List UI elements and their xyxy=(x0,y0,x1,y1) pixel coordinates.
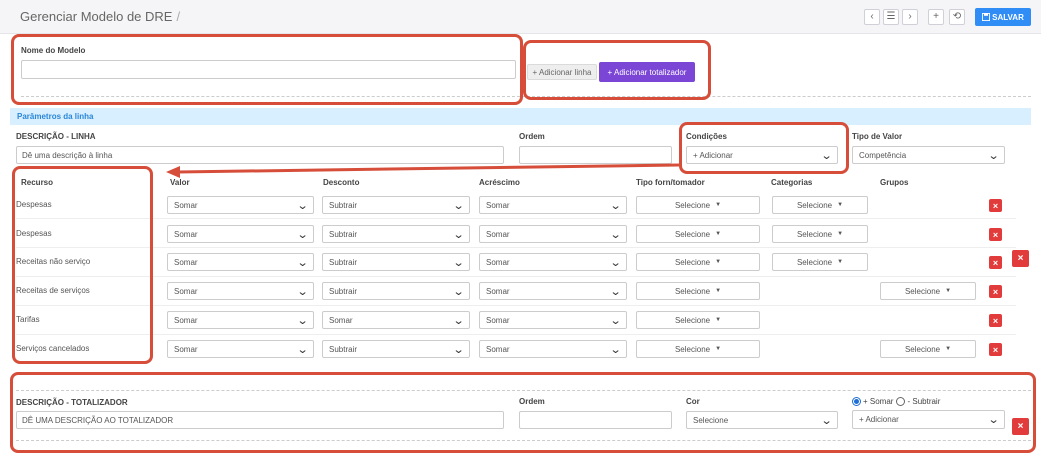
annotation-arrow xyxy=(166,163,680,178)
